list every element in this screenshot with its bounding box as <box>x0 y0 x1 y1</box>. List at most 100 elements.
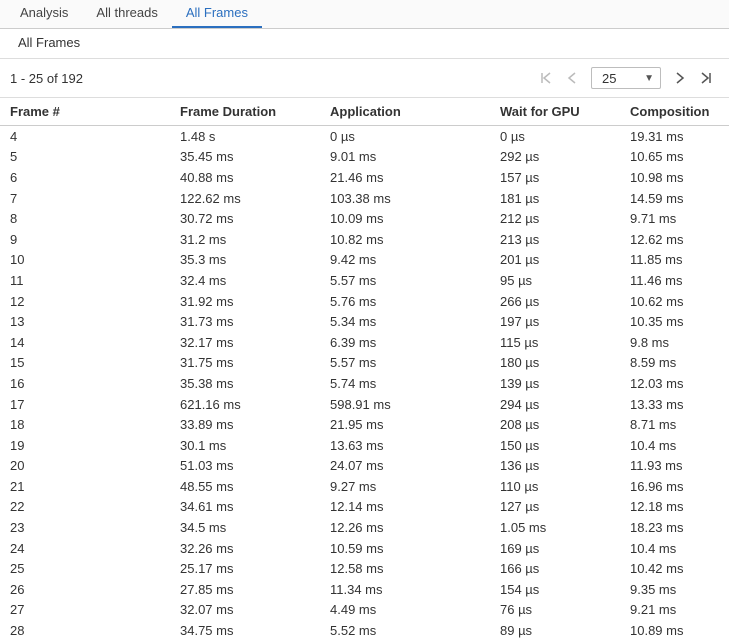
table-row[interactable]: 1833.89 ms21.95 ms208 µs8.71 ms <box>0 414 729 435</box>
cell-duration: 31.92 ms <box>170 291 320 312</box>
cell-duration: 35.38 ms <box>170 373 320 394</box>
cell-application: 9.01 ms <box>320 147 490 168</box>
cell-composition: 10.62 ms <box>620 291 729 312</box>
cell-wait-gpu: 139 µs <box>490 373 620 394</box>
cell-frame: 20 <box>0 456 170 477</box>
cell-wait-gpu: 166 µs <box>490 558 620 579</box>
tab-all-frames[interactable]: All Frames <box>172 0 262 28</box>
table-row[interactable]: 2051.03 ms24.07 ms136 µs11.93 ms <box>0 456 729 477</box>
cell-duration: 1.48 s <box>170 126 320 147</box>
cell-wait-gpu: 208 µs <box>490 414 620 435</box>
tab-analysis[interactable]: Analysis <box>6 0 82 28</box>
cell-composition: 14.59 ms <box>620 188 729 209</box>
cell-duration: 34.61 ms <box>170 497 320 518</box>
cell-application: 5.34 ms <box>320 311 490 332</box>
cell-application: 21.46 ms <box>320 167 490 188</box>
cell-application: 24.07 ms <box>320 456 490 477</box>
table-row[interactable]: 640.88 ms21.46 ms157 µs10.98 ms <box>0 167 729 188</box>
pager-first-icon[interactable] <box>535 67 557 89</box>
table-row[interactable]: 1432.17 ms6.39 ms115 µs9.8 ms <box>0 332 729 353</box>
cell-application: 5.74 ms <box>320 373 490 394</box>
page-size-value: 25 <box>602 71 616 86</box>
table-row[interactable]: 1331.73 ms5.34 ms197 µs10.35 ms <box>0 311 729 332</box>
table-row[interactable]: 2432.26 ms10.59 ms169 µs10.4 ms <box>0 538 729 559</box>
cell-frame: 17 <box>0 394 170 415</box>
cell-frame: 6 <box>0 167 170 188</box>
table-row[interactable]: 2334.5 ms12.26 ms1.05 ms18.23 ms <box>0 517 729 538</box>
cell-duration: 32.4 ms <box>170 270 320 291</box>
table-row[interactable]: 1231.92 ms5.76 ms266 µs10.62 ms <box>0 291 729 312</box>
cell-composition: 10.4 ms <box>620 538 729 559</box>
cell-wait-gpu: 181 µs <box>490 188 620 209</box>
table-row[interactable]: 17621.16 ms598.91 ms294 µs13.33 ms <box>0 394 729 415</box>
cell-wait-gpu: 201 µs <box>490 250 620 271</box>
table-row[interactable]: 1930.1 ms13.63 ms150 µs10.4 ms <box>0 435 729 456</box>
cell-composition: 10.98 ms <box>620 167 729 188</box>
table-row[interactable]: 2148.55 ms9.27 ms110 µs16.96 ms <box>0 476 729 497</box>
cell-wait-gpu: 115 µs <box>490 332 620 353</box>
cell-application: 598.91 ms <box>320 394 490 415</box>
page-size-select[interactable]: 25 ▼ <box>591 67 661 89</box>
cell-application: 11.34 ms <box>320 579 490 600</box>
subtab-all-frames[interactable]: All Frames <box>6 29 92 58</box>
table-row[interactable]: 7122.62 ms103.38 ms181 µs14.59 ms <box>0 188 729 209</box>
cell-wait-gpu: 292 µs <box>490 147 620 168</box>
cell-duration: 621.16 ms <box>170 394 320 415</box>
pager-next-icon[interactable] <box>669 67 691 89</box>
cell-wait-gpu: 169 µs <box>490 538 620 559</box>
pager-prev-icon[interactable] <box>561 67 583 89</box>
col-header-application[interactable]: Application <box>320 98 490 126</box>
chevron-down-icon: ▼ <box>644 73 654 84</box>
cell-composition: 13.33 ms <box>620 394 729 415</box>
cell-application: 21.95 ms <box>320 414 490 435</box>
table-row[interactable]: 931.2 ms10.82 ms213 µs12.62 ms <box>0 229 729 250</box>
cell-application: 4.49 ms <box>320 600 490 621</box>
cell-composition: 10.89 ms <box>620 620 729 641</box>
cell-application: 12.26 ms <box>320 517 490 538</box>
table-row[interactable]: 2627.85 ms11.34 ms154 µs9.35 ms <box>0 579 729 600</box>
cell-composition: 11.85 ms <box>620 250 729 271</box>
cell-frame: 8 <box>0 208 170 229</box>
table-row[interactable]: 41.48 s0 µs0 µs19.31 ms <box>0 126 729 147</box>
cell-application: 10.09 ms <box>320 208 490 229</box>
cell-composition: 18.23 ms <box>620 517 729 538</box>
cell-wait-gpu: 197 µs <box>490 311 620 332</box>
cell-duration: 35.3 ms <box>170 250 320 271</box>
table-row[interactable]: 830.72 ms10.09 ms212 µs9.71 ms <box>0 208 729 229</box>
table-row[interactable]: 1531.75 ms5.57 ms180 µs8.59 ms <box>0 353 729 374</box>
cell-wait-gpu: 212 µs <box>490 208 620 229</box>
pager-range: 1 - 25 of 192 <box>10 71 83 86</box>
table-row[interactable]: 1635.38 ms5.74 ms139 µs12.03 ms <box>0 373 729 394</box>
tab-all-threads[interactable]: All threads <box>82 0 171 28</box>
cell-wait-gpu: 213 µs <box>490 229 620 250</box>
pager-last-icon[interactable] <box>695 67 717 89</box>
table-row[interactable]: 535.45 ms9.01 ms292 µs10.65 ms <box>0 147 729 168</box>
table-row[interactable]: 2234.61 ms12.14 ms127 µs12.18 ms <box>0 497 729 518</box>
cell-duration: 122.62 ms <box>170 188 320 209</box>
col-header-composition[interactable]: Composition <box>620 98 729 126</box>
table-row[interactable]: 2834.75 ms5.52 ms89 µs10.89 ms <box>0 620 729 641</box>
cell-duration: 32.26 ms <box>170 538 320 559</box>
table-row[interactable]: 1132.4 ms5.57 ms95 µs11.46 ms <box>0 270 729 291</box>
col-header-wait-gpu[interactable]: Wait for GPU <box>490 98 620 126</box>
table-row[interactable]: 1035.3 ms9.42 ms201 µs11.85 ms <box>0 250 729 271</box>
cell-frame: 11 <box>0 270 170 291</box>
cell-duration: 35.45 ms <box>170 147 320 168</box>
cell-wait-gpu: 89 µs <box>490 620 620 641</box>
cell-wait-gpu: 76 µs <box>490 600 620 621</box>
table-header-row: Frame # Frame Duration Application Wait … <box>0 98 729 126</box>
cell-composition: 10.35 ms <box>620 311 729 332</box>
cell-application: 12.14 ms <box>320 497 490 518</box>
cell-wait-gpu: 150 µs <box>490 435 620 456</box>
col-header-duration[interactable]: Frame Duration <box>170 98 320 126</box>
cell-application: 12.58 ms <box>320 558 490 579</box>
cell-duration: 32.17 ms <box>170 332 320 353</box>
table-row[interactable]: 2525.17 ms12.58 ms166 µs10.42 ms <box>0 558 729 579</box>
cell-frame: 13 <box>0 311 170 332</box>
col-header-frame[interactable]: Frame # <box>0 98 170 126</box>
cell-frame: 10 <box>0 250 170 271</box>
cell-composition: 12.18 ms <box>620 497 729 518</box>
cell-wait-gpu: 0 µs <box>490 126 620 147</box>
table-row[interactable]: 2732.07 ms4.49 ms76 µs9.21 ms <box>0 600 729 621</box>
cell-frame: 18 <box>0 414 170 435</box>
